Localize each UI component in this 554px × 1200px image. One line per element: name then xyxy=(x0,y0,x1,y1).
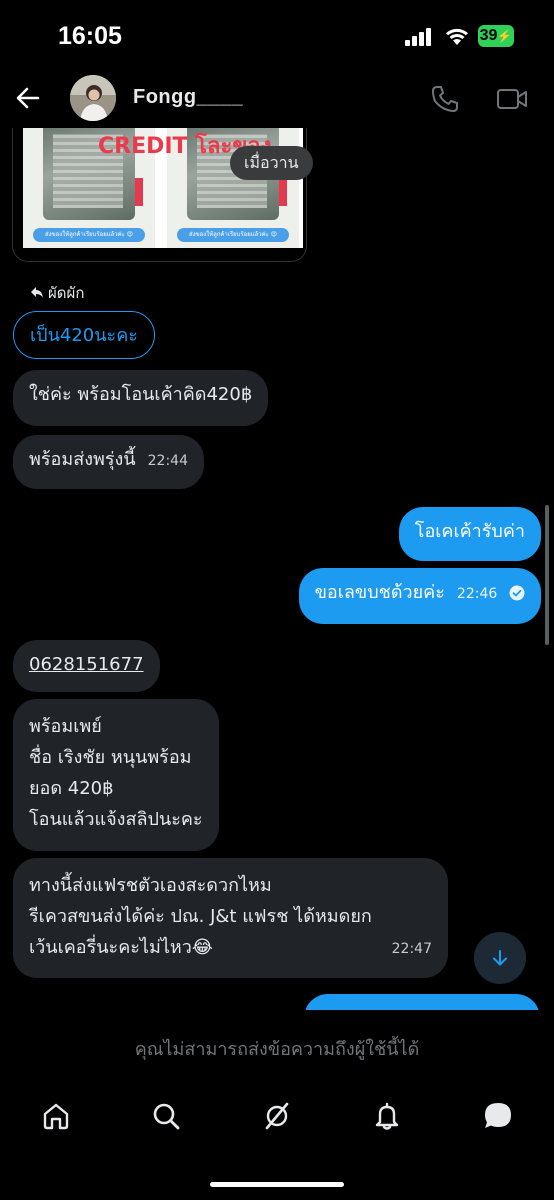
date-chip: เมื่อวาน xyxy=(230,146,313,180)
cannot-message-notice: คุณไม่สามารถส่งข้อความถึงผู้ใช้นี้ได้ xyxy=(134,1039,420,1060)
charging-bolt-icon: ⚡ xyxy=(497,29,513,43)
search-icon xyxy=(153,1103,180,1130)
battery-level: 39 xyxy=(479,27,498,44)
message-line: พร้อมเพย์ xyxy=(29,716,102,737)
messages-icon xyxy=(485,1103,511,1128)
video-call-icon[interactable] xyxy=(496,86,528,116)
outgoing-message[interactable]: โอเคเค้ารับค่า xyxy=(398,507,541,561)
bottom-tab-bar xyxy=(0,1088,554,1148)
status-time: 16:05 xyxy=(58,22,122,50)
message-line: รีเควสขนส่งได้ค่ะ ปณ. J&t แฟรช ได้หมดยก xyxy=(29,906,372,927)
cellular-signal-icon xyxy=(405,28,433,50)
tab-grok[interactable] xyxy=(249,1088,305,1144)
bell-icon xyxy=(375,1102,399,1130)
scroll-to-bottom-button[interactable] xyxy=(474,932,526,984)
phone-number-link[interactable]: 0628151677 xyxy=(29,654,144,675)
reply-indicator: ผัดผัก xyxy=(30,281,84,305)
reply-arrow-icon xyxy=(31,287,43,298)
message-line: โอนแล้วแจ้งสลิปนะคะ xyxy=(29,809,203,830)
image-caption: ส่งของให้ลูกค้าเรียบร้อยแล้วค่ะ 😍 xyxy=(33,228,145,242)
outgoing-message[interactable]: ขอเลขบชด้วยค่ะ 22:46 xyxy=(298,568,541,624)
home-indicator xyxy=(210,1182,344,1187)
back-arrow-icon[interactable] xyxy=(14,84,42,116)
message-line: เว้นเคอรี่นะคะไม่ไหว😂 xyxy=(29,937,213,958)
incoming-message[interactable]: พร้อมส่งพรุ่งนี้ 22:44 xyxy=(13,435,204,489)
incoming-message[interactable]: ทางนี้ส่งแฟรชตัวเองสะดวกไหม รีเควสขนส่งไ… xyxy=(13,858,448,978)
message-text: ใช่ค่ะ พร้อมโอนเค้าคิด420฿ xyxy=(29,384,253,405)
tab-search[interactable] xyxy=(138,1088,194,1144)
image-caption: ส่งของให้ลูกค้าเรียบร้อยแล้วค่ะ 😍 xyxy=(177,228,289,242)
tab-messages[interactable] xyxy=(470,1088,526,1144)
message-text: ขอเลขบชด้วยค่ะ xyxy=(314,582,445,603)
read-receipt-icon xyxy=(509,585,525,601)
tab-notifications[interactable] xyxy=(359,1088,415,1144)
quoted-message[interactable]: เป็น420นะคะ xyxy=(13,311,155,359)
contact-name[interactable]: Fongg____ xyxy=(133,86,243,109)
message-text: โอเคเค้ารับค่า xyxy=(414,521,525,542)
message-timestamp: 22:47 xyxy=(391,941,432,957)
grok-icon xyxy=(265,1102,289,1130)
arrow-down-icon xyxy=(493,950,507,966)
message-timestamp: 22:46 xyxy=(456,586,498,602)
message-line: ชื่อ เริงชัย หนุนพร้อม xyxy=(29,747,192,768)
phone-call-icon[interactable] xyxy=(430,84,460,118)
scrollbar[interactable] xyxy=(545,505,549,645)
avatar[interactable] xyxy=(70,75,116,121)
home-icon xyxy=(43,1103,69,1130)
battery-indicator: 39 ⚡ xyxy=(478,25,514,47)
wifi-icon xyxy=(444,26,470,50)
message-text: พร้อมส่งพรุ่งนี้ xyxy=(29,449,136,470)
incoming-message[interactable]: 0628151677 xyxy=(13,640,160,692)
reply-indicator-label: ผัดผัก xyxy=(48,284,85,302)
incoming-message[interactable]: ใช่ค่ะ พร้อมโอนเค้าคิด420฿ xyxy=(13,370,269,426)
incoming-message[interactable]: พร้อมเพย์ ชื่อ เริงชัย หนุนพร้อม ยอด 420… xyxy=(13,699,219,851)
message-line: ทางนี้ส่งแฟรชตัวเองสะดวกไหม xyxy=(29,875,272,896)
message-timestamp: 22:44 xyxy=(147,453,188,469)
message-line: ยอด 420฿ xyxy=(29,778,114,799)
tab-home[interactable] xyxy=(28,1088,84,1144)
